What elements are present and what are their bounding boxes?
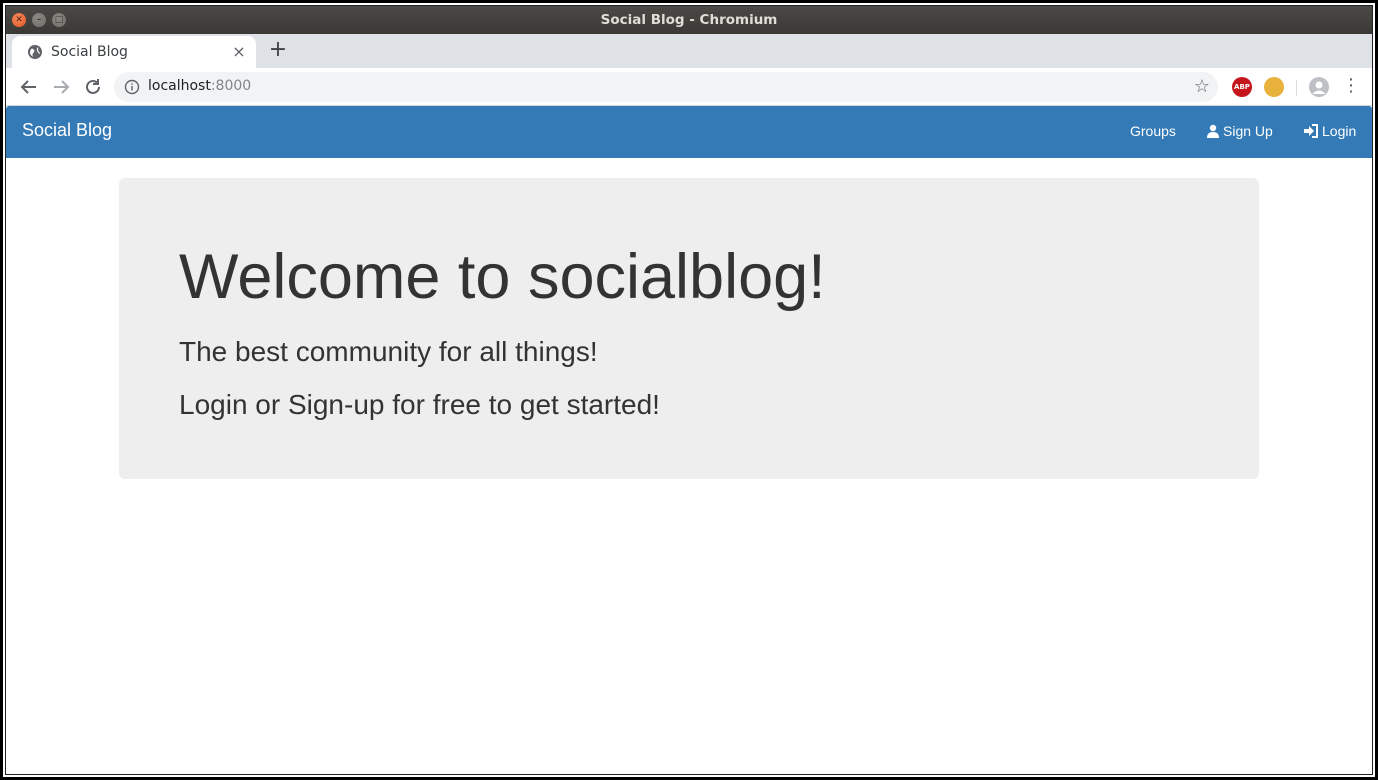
arrow-right-icon bbox=[54, 80, 70, 94]
forward-button[interactable] bbox=[50, 76, 72, 98]
browser-window: ✕ – □ Social Blog - Chromium Social Blog… bbox=[5, 5, 1373, 775]
user-icon bbox=[1207, 124, 1219, 138]
nav-link-login[interactable]: Login bbox=[1303, 123, 1356, 139]
nav-link-groups[interactable]: Groups bbox=[1130, 123, 1176, 139]
address-bar[interactable]: localhost:8000 ☆ bbox=[114, 72, 1218, 102]
call-to-action-text: Login or Sign-up for free to get started… bbox=[179, 389, 660, 420]
log-in-icon bbox=[1304, 124, 1318, 138]
nav-link-sign-up[interactable]: Sign Up bbox=[1206, 123, 1273, 139]
welcome-jumbotron: Welcome to socialblog! The best communit… bbox=[119, 178, 1259, 479]
url-port: :8000 bbox=[210, 78, 252, 94]
window-title: Social Blog - Chromium bbox=[600, 12, 778, 28]
kebab-menu-icon[interactable]: ⋮ bbox=[1342, 74, 1360, 98]
tab-close-icon[interactable]: × bbox=[230, 42, 248, 61]
tagline: The best community for all things! bbox=[179, 336, 598, 367]
tab-social-blog[interactable]: Social Blog × bbox=[12, 36, 256, 68]
nav-link-login-label: Login bbox=[1322, 123, 1357, 139]
site-navbar: Social Blog Groups Sign Up Login bbox=[6, 106, 1372, 158]
window-titlebar: ✕ – □ Social Blog - Chromium bbox=[6, 6, 1372, 34]
info-icon[interactable] bbox=[124, 79, 140, 95]
tab-title: Social Blog bbox=[51, 44, 128, 60]
back-button[interactable] bbox=[18, 76, 40, 98]
url-host: localhost bbox=[148, 78, 211, 94]
reload-button[interactable] bbox=[82, 76, 104, 98]
url-text[interactable]: localhost:8000 bbox=[148, 78, 251, 94]
nav-link-groups-label: Groups bbox=[1130, 123, 1176, 139]
globe-icon bbox=[28, 45, 42, 59]
person-silhouette-icon bbox=[1312, 81, 1326, 94]
new-tab-button[interactable]: + bbox=[268, 37, 288, 62]
toolbar-divider bbox=[1296, 80, 1297, 96]
reload-icon bbox=[86, 79, 100, 94]
page-title: Welcome to socialblog! bbox=[179, 242, 826, 312]
browser-toolbar: localhost:8000 ☆ ABP ⋮ bbox=[6, 68, 1372, 106]
star-icon[interactable]: ☆ bbox=[1194, 76, 1210, 97]
navbar-brand[interactable]: Social Blog bbox=[22, 120, 112, 141]
tab-strip: Social Blog × + bbox=[6, 34, 1372, 68]
adblock-extension-icon[interactable]: ABP bbox=[1232, 77, 1252, 97]
cookie-extension-icon[interactable] bbox=[1264, 77, 1284, 97]
user-avatar-icon[interactable] bbox=[1309, 77, 1329, 97]
nav-link-sign-up-label: Sign Up bbox=[1223, 123, 1273, 139]
arrow-left-icon bbox=[20, 80, 36, 94]
